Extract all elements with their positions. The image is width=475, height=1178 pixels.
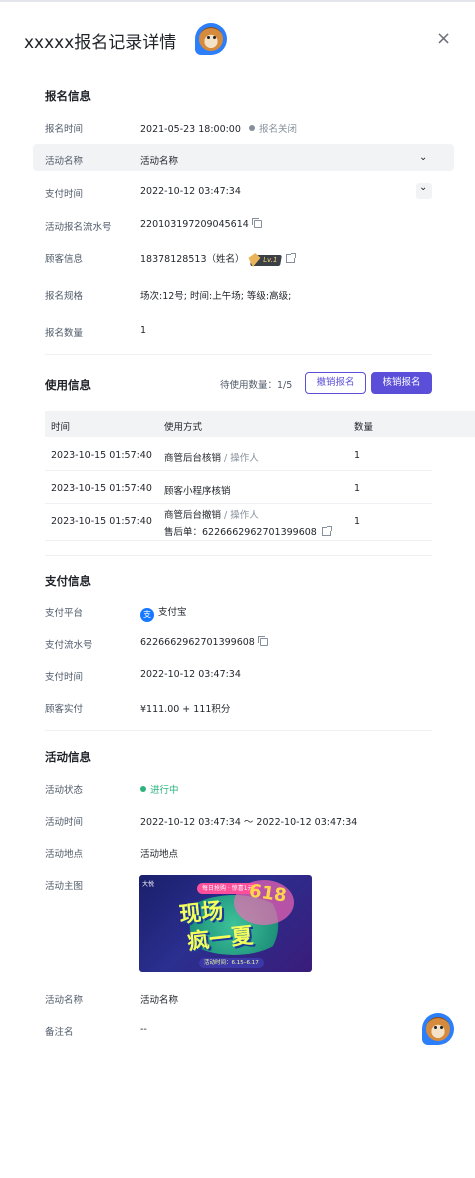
customer-value: 18378128513（姓名） Lv.1 xyxy=(140,251,296,266)
column-header-time: 时间 xyxy=(51,422,71,433)
waiting-count: 待使用数量：1/5 xyxy=(220,380,293,391)
activity-status-text: 进行中 xyxy=(150,785,179,796)
customer-text: 18378128513（姓名） xyxy=(140,254,245,265)
spec-label: 报名规格 xyxy=(45,291,84,302)
serial-no-label: 活动报名流水号 xyxy=(45,222,112,233)
activity-name-label: 活动名称 xyxy=(45,156,84,167)
usage-table-header xyxy=(45,411,475,437)
level-badge: Lv.1 xyxy=(250,255,282,266)
top-border xyxy=(0,0,475,2)
signup-info-title: 报名信息 xyxy=(45,89,91,103)
signup-status-text: 报名关闭 xyxy=(258,124,297,135)
status-dot-icon xyxy=(248,125,255,131)
poster-headline-2: 疯一夏 xyxy=(186,923,255,956)
divider xyxy=(45,354,432,355)
activity-name2-value: 活动名称 xyxy=(140,995,179,1006)
pay-time-value: 2022-10-12 03:47:34 xyxy=(140,186,241,197)
payment-info-title: 支付信息 xyxy=(45,574,91,588)
remark-label: 备注名 xyxy=(45,1027,74,1038)
alipay-icon: 支 xyxy=(140,608,154,622)
copy-icon[interactable] xyxy=(257,636,268,646)
row3-qty: 1 xyxy=(354,516,361,527)
row3-method: 商管后台撤销 / 操作人 xyxy=(164,507,259,521)
quantity-label: 报名数量 xyxy=(45,328,84,339)
column-header-method: 使用方式 xyxy=(164,422,203,433)
activity-time-value: 2022-10-12 03:47:34 ～ 2022-10-12 03:47:3… xyxy=(140,817,358,828)
customer-label: 顾客信息 xyxy=(45,254,84,265)
pay-serial-label: 支付流水号 xyxy=(45,640,93,651)
copy-icon[interactable] xyxy=(251,218,262,228)
close-icon[interactable]: × xyxy=(436,28,451,49)
activity-status-label: 活动状态 xyxy=(45,785,84,796)
activity-place-value: 活动地点 xyxy=(140,849,179,860)
usage-info-title: 使用信息 xyxy=(45,378,91,392)
cancel-signup-button[interactable]: 撤销报名 xyxy=(305,372,366,394)
activity-name-value: 活动名称 xyxy=(140,156,179,167)
activity-name2-label: 活动名称 xyxy=(45,995,84,1006)
signup-time-text: 2021-05-23 18:00:00 xyxy=(140,124,241,135)
pay-time2-value: 2022-10-12 03:47:34 xyxy=(140,669,241,680)
chevron-down-icon[interactable]: ⌄ xyxy=(419,152,427,163)
poster-dates: 活动时间：6.15–6.17 xyxy=(199,958,264,968)
signup-time-label: 报名时间 xyxy=(45,124,84,135)
table-row-divider xyxy=(45,503,432,504)
activity-time-label: 活动时间 xyxy=(45,817,84,828)
row1-time: 2023-10-15 01:57:40 xyxy=(51,450,152,461)
external-link-icon[interactable] xyxy=(285,253,296,263)
row3-after-sale-text: 售后单：6226662962701399608 xyxy=(164,527,317,538)
activity-name-row[interactable] xyxy=(33,144,454,171)
activity-poster-label: 活动主图 xyxy=(45,881,84,892)
row2-time: 2023-10-15 01:57:40 xyxy=(51,483,152,494)
activity-place-label: 活动地点 xyxy=(45,849,84,860)
chevron-down-icon: ⌄ xyxy=(419,182,428,193)
table-row-divider xyxy=(45,540,432,541)
signup-time-value: 2021-05-23 18:00:00 报名关闭 xyxy=(140,121,297,135)
row2-method: 顾客小程序核销 xyxy=(164,486,231,497)
row1-method: 商管后台核销 / 操作人 xyxy=(164,450,259,464)
spec-value: 场次:12号; 时间:上午场; 等级:高级; xyxy=(140,291,292,302)
expand-button[interactable]: ⌄ xyxy=(416,182,432,199)
verify-signup-button[interactable]: 核销报名 xyxy=(371,372,432,394)
paid-value: ¥111.00 + 111积分 xyxy=(140,704,231,715)
table-row-divider xyxy=(45,470,432,471)
divider xyxy=(45,555,432,556)
page-title: xxxxx报名记录详情 xyxy=(24,33,177,53)
activity-info-title: 活动信息 xyxy=(45,750,91,764)
activity-status-value: 进行中 xyxy=(140,782,179,796)
divider xyxy=(45,730,432,731)
row3-after-sale: 售后单：6226662962701399608 xyxy=(164,524,332,538)
quantity-value: 1 xyxy=(140,325,147,336)
external-link-icon[interactable] xyxy=(321,526,332,536)
poster-logo: 大悦 xyxy=(142,881,155,888)
level-text: Lv.1 xyxy=(261,256,278,264)
row1-method-text: 商管后台核销 xyxy=(164,453,222,464)
pay-time2-label: 支付时间 xyxy=(45,672,84,683)
remark-value: -- xyxy=(140,1024,147,1035)
gem-icon xyxy=(246,253,260,267)
pay-serial-value: 6226662962701399608 xyxy=(140,636,268,648)
pay-platform-text: 支付宝 xyxy=(158,607,187,618)
row3-operator: / 操作人 xyxy=(224,510,259,521)
row3-method-text: 商管后台撤销 xyxy=(164,510,222,521)
row3-time: 2023-10-15 01:57:40 xyxy=(51,516,152,527)
pay-platform-label: 支付平台 xyxy=(45,608,84,619)
assistant-avatar-icon[interactable] xyxy=(422,1013,454,1045)
serial-no-value: 220103197209045614 xyxy=(140,218,262,230)
column-header-qty: 数量 xyxy=(354,422,374,433)
row1-operator: / 操作人 xyxy=(224,453,259,464)
paid-label: 顾客实付 xyxy=(45,704,84,715)
assistant-avatar-icon[interactable] xyxy=(195,23,227,55)
status-dot-icon xyxy=(140,786,146,792)
serial-no-text: 220103197209045614 xyxy=(140,219,249,230)
activity-poster-image[interactable]: 大悦 每日抢购 · 惊喜1元 现场 疯一夏 618 活动时间：6.15–6.17 xyxy=(139,875,312,972)
row1-qty: 1 xyxy=(354,450,361,461)
row2-qty: 1 xyxy=(354,483,361,494)
pay-serial-text: 6226662962701399608 xyxy=(140,637,255,648)
pay-time-label: 支付时间 xyxy=(45,189,84,200)
pay-platform-value: 支支付宝 xyxy=(140,604,187,622)
